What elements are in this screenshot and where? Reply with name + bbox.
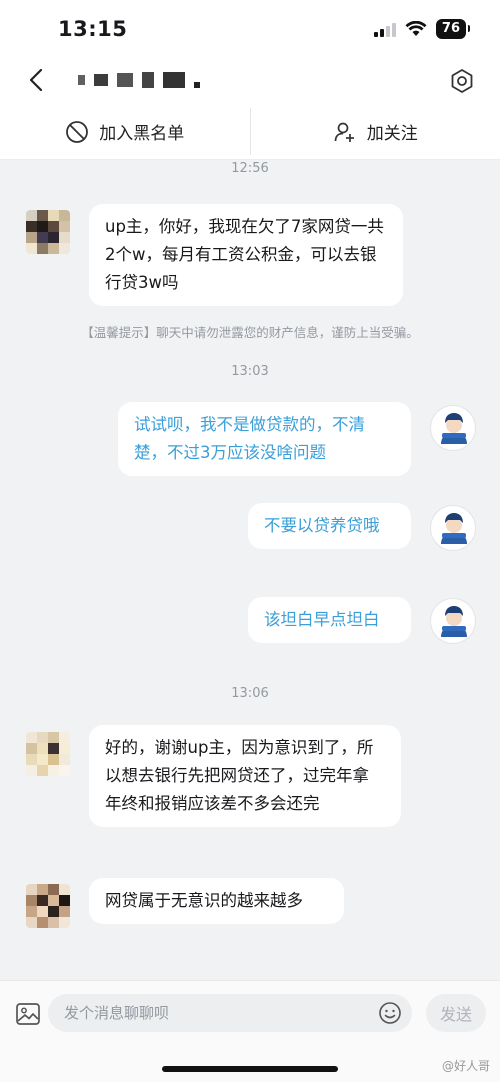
user-avatar-icon xyxy=(441,413,467,444)
outgoing-message: 该坦白早点坦白 xyxy=(248,597,411,643)
sender-avatar[interactable] xyxy=(26,210,70,254)
contact-name-pixelated xyxy=(78,72,200,88)
emoji-icon[interactable] xyxy=(378,1001,402,1025)
self-avatar[interactable] xyxy=(430,598,476,644)
status-time: 13:15 xyxy=(58,17,128,41)
follow-button[interactable]: 加关注 xyxy=(251,104,500,159)
incoming-message: up主，你好，我现在欠了7家网贷一共2个w，每月有工资公积金，可以去银行贷3w吗 xyxy=(89,204,403,306)
self-avatar[interactable] xyxy=(430,405,476,451)
status-icons: 76 xyxy=(373,19,471,39)
block-icon xyxy=(66,120,89,143)
timestamp: 13:06 xyxy=(231,686,269,701)
send-button[interactable]: 发送 xyxy=(426,994,486,1032)
follow-label: 加关注 xyxy=(366,124,418,144)
user-avatar-icon xyxy=(441,513,467,544)
sender-avatar[interactable] xyxy=(26,884,70,928)
outgoing-message: 不要以贷养贷哦 xyxy=(248,503,411,549)
watermark: @好人哥 xyxy=(441,1059,490,1073)
timestamp: 12:56 xyxy=(231,161,269,176)
safety-notice: 【温馨提示】聊天中请勿泄露您的财产信息，谨防上当受骗。 xyxy=(81,325,419,340)
chat-header xyxy=(0,58,500,104)
chat-area[interactable]: 12:56 up主，你好，我现在欠了7家网贷一共2个w，每月有工资公积金，可以去… xyxy=(0,160,500,980)
user-avatar-icon xyxy=(441,606,467,637)
action-bar: 加入黑名单 加关注 xyxy=(0,104,500,160)
self-avatar[interactable] xyxy=(430,505,476,551)
add-user-icon xyxy=(334,122,354,142)
chevron-left-icon[interactable] xyxy=(24,67,50,93)
battery-indicator: 76 xyxy=(435,19,471,39)
timestamp: 13:03 xyxy=(231,364,269,379)
block-button[interactable]: 加入黑名单 xyxy=(0,104,250,159)
outgoing-message: 试试呗，我不是做贷款的，不清楚，不过3万应该没啥问题 xyxy=(118,402,411,476)
settings-icon[interactable] xyxy=(448,67,476,95)
status-bar: 13:15 76 xyxy=(0,0,500,58)
cellular-signal-icon xyxy=(373,22,396,37)
home-indicator[interactable] xyxy=(162,1066,338,1072)
incoming-message: 网贷属于无意识的越来越多 xyxy=(89,878,344,924)
sender-avatar[interactable] xyxy=(26,732,70,776)
block-label: 加入黑名单 xyxy=(99,124,185,144)
message-input[interactable] xyxy=(48,994,412,1032)
incoming-message: 好的，谢谢up主，因为意识到了，所以想去银行先把网贷还了，过完年拿年终和报销应该… xyxy=(89,725,401,827)
image-icon[interactable] xyxy=(15,1001,41,1027)
wifi-icon xyxy=(405,21,427,36)
